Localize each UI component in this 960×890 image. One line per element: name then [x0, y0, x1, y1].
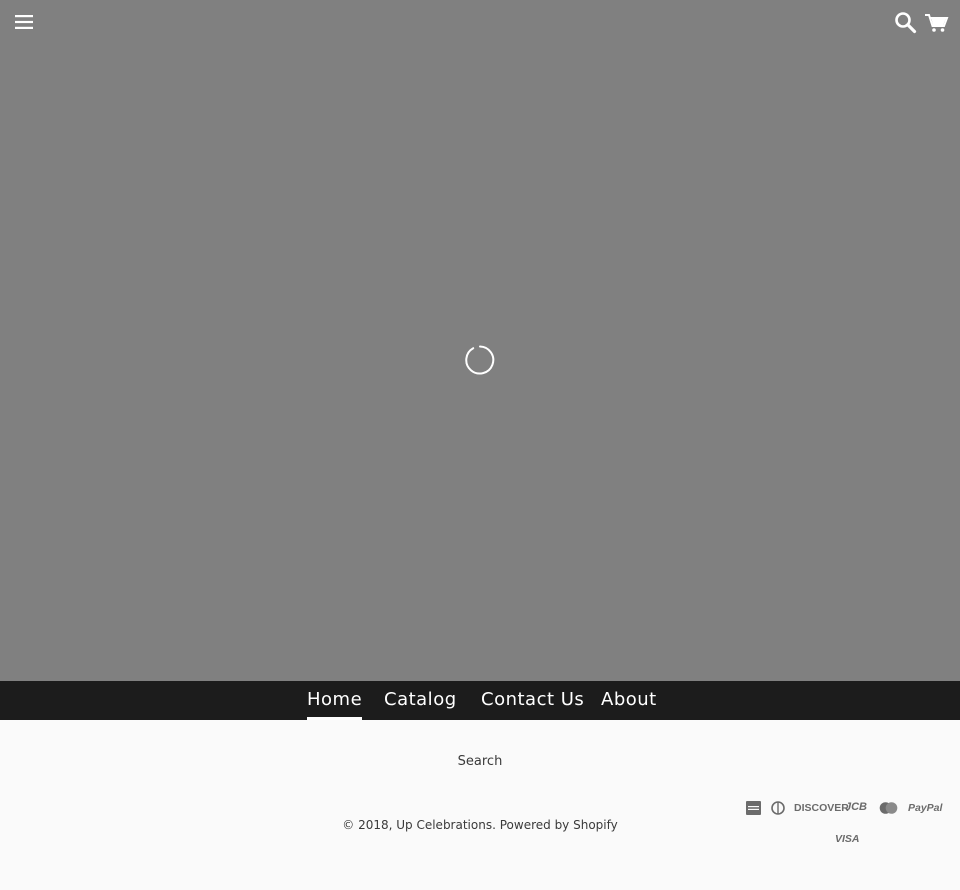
powered-by-shopify-link[interactable]: Powered by Shopify: [500, 818, 618, 832]
nav-item-home[interactable]: Home: [307, 681, 363, 720]
master-icon: [879, 802, 898, 814]
copyright-prefix: © 2018,: [342, 818, 393, 832]
jcb-icon: JCB: [845, 801, 868, 813]
hamburger-menu-icon: [15, 15, 33, 29]
visa-icon: VISA: [835, 833, 860, 845]
store-name-link[interactable]: Up Celebrations: [396, 818, 492, 832]
nav-item-about[interactable]: About: [601, 681, 657, 720]
search-button[interactable]: [893, 10, 919, 36]
spinner-icon: [465, 345, 495, 375]
footer-search-link[interactable]: Search: [0, 754, 960, 769]
hero-slideshow: [0, 0, 960, 681]
main-navigation: Home Catalog Contact Us About: [0, 681, 960, 720]
menu-button[interactable]: [12, 10, 36, 34]
diners-club-icon: [771, 801, 785, 815]
nav-item-catalog[interactable]: Catalog: [384, 681, 457, 720]
copyright-text: © 2018, Up Celebrations. Powered by Shop…: [342, 818, 618, 832]
cart-button[interactable]: [922, 10, 950, 36]
site-footer: Search © 2018, Up Celebrations. Powered …: [0, 720, 960, 890]
cart-icon: [925, 14, 949, 32]
search-icon: [895, 12, 917, 34]
discover-icon: DISCOVER: [794, 802, 849, 814]
american-express-icon: [746, 801, 761, 815]
nav-item-contact-us[interactable]: Contact Us: [481, 681, 584, 720]
paypal-icon: PayPal: [908, 802, 943, 814]
